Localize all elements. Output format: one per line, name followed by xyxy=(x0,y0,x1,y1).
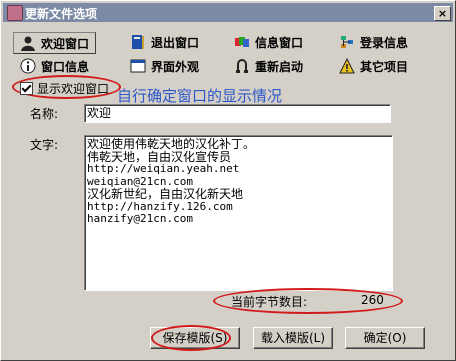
show-welcome-checkbox[interactable] xyxy=(20,82,33,95)
ok-button[interactable]: 确定(O) xyxy=(345,327,425,349)
tab-label: 欢迎窗口 xyxy=(41,36,90,51)
tab-exit-window[interactable]: 退出窗口 xyxy=(130,32,199,52)
user-silhouette-icon xyxy=(20,35,36,51)
restart-icon xyxy=(234,58,250,74)
tab-label: 其它项目 xyxy=(360,59,409,74)
annotation-text: 自行确定窗口的显示情况 xyxy=(117,87,283,105)
colorful-cards-icon xyxy=(234,34,250,50)
tab-other-items[interactable]: 其它项目 xyxy=(339,56,408,76)
tab-appearance[interactable]: 界面外观 xyxy=(130,56,199,76)
tab-info-window[interactable]: 信息窗口 xyxy=(234,32,303,52)
show-welcome-checkbox-row[interactable]: 显示欢迎窗口 xyxy=(20,80,109,97)
dialog-window: 更新文件选项 × 欢迎窗口 退出窗口 信息窗口 登录信息 窗口信息 界面外观 重… xyxy=(0,0,456,361)
highlight-oval-save-button xyxy=(151,325,231,351)
tab-welcome-window[interactable]: 欢迎窗口 xyxy=(13,32,97,54)
tab-label: 界面外观 xyxy=(151,59,200,74)
tab-label: 退出窗口 xyxy=(151,35,200,50)
tree-icon xyxy=(339,34,355,50)
text-line: 汉化新世纪，自由汉化新天地 xyxy=(87,187,244,201)
byte-count-value: 260 xyxy=(361,293,384,307)
tab-label: 信息窗口 xyxy=(255,35,304,50)
tab-label: 窗口信息 xyxy=(41,59,90,74)
window-title: 更新文件选项 xyxy=(25,7,98,21)
tab-login-info[interactable]: 登录信息 xyxy=(339,32,408,52)
tab-label: 登录信息 xyxy=(360,35,409,50)
title-bar: 更新文件选项 × xyxy=(3,3,453,22)
byte-count-label: 当前字节数目: xyxy=(231,295,308,309)
info-icon xyxy=(20,58,36,74)
text-line: 欢迎使用伟乾天地的汉化补丁。 xyxy=(87,137,256,151)
load-template-button[interactable]: 载入模版(L) xyxy=(253,327,333,349)
app-icon xyxy=(7,5,23,21)
text-label: 文字: xyxy=(30,138,59,152)
name-field[interactable]: 欢迎 xyxy=(84,104,391,123)
name-label: 名称: xyxy=(30,107,59,121)
warning-icon xyxy=(339,57,355,74)
text-line: hanzify@21cn.com xyxy=(87,212,193,225)
tab-restart[interactable]: 重新启动 xyxy=(234,56,303,76)
message-textarea[interactable]: 欢迎使用伟乾天地的汉化补丁。 伟乾天地，自由汉化宣传员 http://weiqi… xyxy=(84,135,393,291)
tab-window-info[interactable]: 窗口信息 xyxy=(20,56,89,76)
show-welcome-label: 显示欢迎窗口 xyxy=(37,82,110,96)
tab-label: 重新启动 xyxy=(255,59,304,74)
window-icon xyxy=(130,58,146,74)
text-line: http://weiqian.yeah.net xyxy=(87,162,240,175)
close-button[interactable]: × xyxy=(434,6,451,21)
book-icon xyxy=(130,34,146,50)
